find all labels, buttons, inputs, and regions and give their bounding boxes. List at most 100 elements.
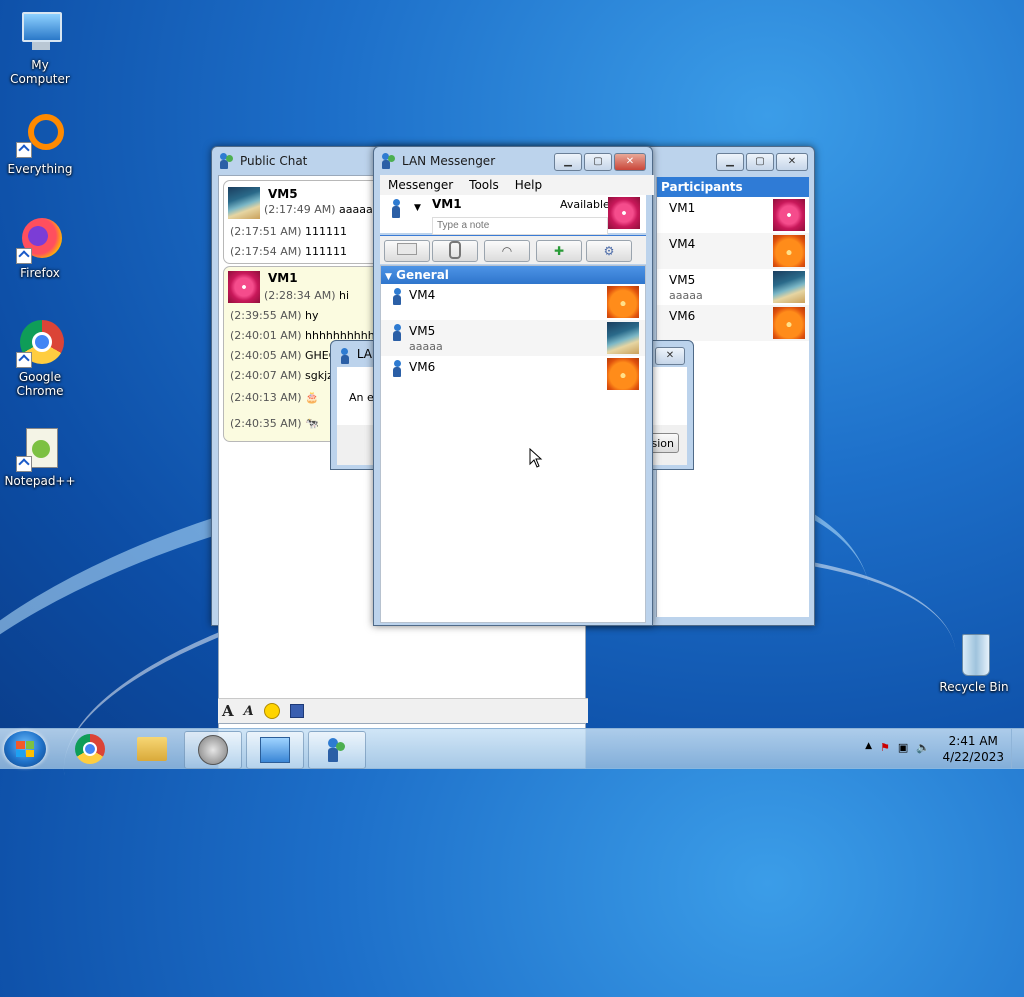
message-sender: VM5 (268, 187, 298, 201)
lan-messenger-app-icon (326, 736, 348, 764)
avatar (607, 322, 639, 354)
contact-item[interactable]: VM5 aaaaa (381, 320, 645, 356)
avatar (773, 235, 805, 267)
avatar (607, 358, 639, 390)
taskbar-chrome[interactable] (62, 731, 118, 767)
user-status[interactable]: Available (560, 198, 610, 211)
menu-messenger[interactable]: Messenger (388, 178, 453, 192)
close-button[interactable]: ✕ (655, 347, 685, 365)
minimize-button[interactable]: ▁ (554, 153, 582, 171)
add-contact-button[interactable]: ✚ (536, 240, 582, 262)
desktop-icon-chrome[interactable]: Google Chrome (0, 320, 80, 398)
message-line: (2:40:35 AM) 🐄 (230, 417, 319, 430)
window-title: Public Chat (240, 154, 308, 168)
desktop-icon-recycle-bin[interactable]: Recycle Bin (934, 630, 1014, 694)
message-line: (2:40:07 AM) sgkjzf (230, 369, 337, 382)
desktop-icon-my-computer[interactable]: My Computer (0, 8, 80, 86)
font-icon[interactable]: A (222, 702, 234, 720)
participant-item[interactable]: VM5 aaaaa (657, 269, 809, 305)
font-style-icon[interactable]: A (244, 704, 254, 719)
show-desktop-button[interactable] (1011, 729, 1024, 769)
paperclip-icon (449, 241, 461, 259)
desktop-icon-label: Notepad++ (4, 474, 76, 488)
message-line: (2:40:13 AM) 🎂 (230, 391, 319, 404)
menu-bar: Messenger Tools Help (380, 175, 654, 195)
close-button[interactable]: ✕ (776, 153, 808, 171)
messenger-toolbar: ◠ ✚ ⚙ (380, 235, 646, 264)
cow-emoticon-icon: 🐄 (305, 417, 319, 430)
file-button[interactable] (432, 240, 478, 262)
user-avatar[interactable] (608, 197, 640, 229)
avatar (773, 271, 805, 303)
network-icon[interactable]: ▣ (898, 741, 908, 754)
minimize-button[interactable]: ▁ (716, 153, 744, 171)
taskbar-file-explorer[interactable] (124, 731, 180, 767)
clock[interactable]: 2:41 AM 4/22/2023 (942, 733, 1004, 765)
clock-time: 2:41 AM (948, 734, 998, 748)
desktop-icon-label: Recycle Bin (939, 680, 1009, 694)
settings-button[interactable]: ⚙ (586, 240, 632, 262)
action-center-flag-icon[interactable]: ⚑ (880, 741, 890, 754)
message-line: (2:40:05 AM) GHEO (230, 349, 338, 362)
message-button[interactable] (384, 240, 430, 262)
cake-emoticon-icon: 🎂 (305, 391, 319, 404)
participant-item[interactable]: VM1 (657, 197, 809, 233)
envelope-icon (397, 243, 417, 255)
contact-item[interactable]: VM4 (381, 284, 645, 320)
participant-item[interactable]: VM6 (657, 305, 809, 341)
avatar (773, 199, 805, 231)
menu-tools[interactable]: Tools (469, 178, 499, 192)
desktop-icon-label: Everything (7, 162, 73, 176)
system-tray: ▲ ⚑ ▣ 🔈 (865, 741, 930, 754)
dialog-title: LA (356, 347, 372, 361)
volume-muted-icon[interactable]: 🔈 (916, 741, 930, 754)
desktop-icon-notepadpp[interactable]: Notepad++ (0, 424, 80, 488)
show-hidden-icons-icon[interactable]: ▲ (865, 741, 872, 754)
avatar (228, 187, 260, 219)
message-line: (2:17:54 AM) 111111 (230, 245, 347, 258)
broadcast-button[interactable]: ◠ (484, 240, 530, 262)
status-person-icon[interactable] (392, 199, 402, 219)
firefox-icon (16, 216, 64, 264)
note-input[interactable] (432, 217, 608, 235)
participant-item[interactable]: VM4 (657, 233, 809, 269)
taskbar-lan-messenger[interactable] (308, 731, 366, 769)
person-icon (393, 288, 403, 306)
menu-help[interactable]: Help (515, 178, 542, 192)
contact-item[interactable]: VM6 (381, 356, 645, 392)
chrome-icon (75, 734, 105, 764)
message-line: (2:39:55 AM) hy (230, 309, 319, 322)
desktop-icon-label: Firefox (20, 266, 60, 280)
taskbar-app-round[interactable] (184, 731, 242, 769)
chevron-down-icon: ▼ (385, 272, 392, 282)
everything-icon (16, 112, 64, 160)
desktop-icon-label: Google Chrome (16, 370, 64, 398)
taskbar-control-panel[interactable] (246, 731, 304, 769)
notepadpp-icon (16, 424, 64, 472)
save-icon[interactable] (289, 704, 304, 718)
clock-date: 4/22/2023 (942, 750, 1004, 764)
broadcast-icon: ◠ (501, 244, 513, 258)
lan-messenger-window[interactable]: LAN Messenger ▁ ▢ ✕ Messenger Tools Help… (373, 146, 654, 626)
message-line: (2:17:51 AM) 111111 (230, 225, 347, 238)
start-button[interactable] (4, 731, 46, 767)
taskbar: ▲ ⚑ ▣ 🔈 2:41 AM 4/22/2023 (0, 728, 1024, 769)
maximize-button[interactable]: ▢ (584, 153, 612, 171)
contact-group-header[interactable]: ▼ General (381, 266, 645, 284)
status-dropdown-chevron-icon[interactable]: ▼ (414, 203, 421, 213)
contact-list[interactable]: ▼ General VM4 VM5 aaaaa VM6 (380, 265, 646, 623)
person-icon (393, 360, 403, 378)
smiley-icon[interactable] (263, 703, 280, 719)
avatar (228, 271, 260, 303)
message-line: (2:28:34 AM) hi (264, 289, 350, 302)
maximize-button[interactable]: ▢ (746, 153, 774, 171)
recycle-bin-icon (950, 630, 998, 678)
close-button[interactable]: ✕ (614, 153, 646, 171)
lan-messenger-app-icon (382, 153, 396, 169)
desktop-icon-everything[interactable]: Everything (0, 112, 80, 176)
desktop-icon-firefox[interactable]: Firefox (0, 216, 80, 280)
lan-messenger-app-icon (341, 347, 353, 364)
desktop-icon-label: My Computer (10, 58, 70, 86)
chat-format-toolbar: A A (218, 698, 588, 723)
participants-header: Participants (657, 177, 809, 197)
